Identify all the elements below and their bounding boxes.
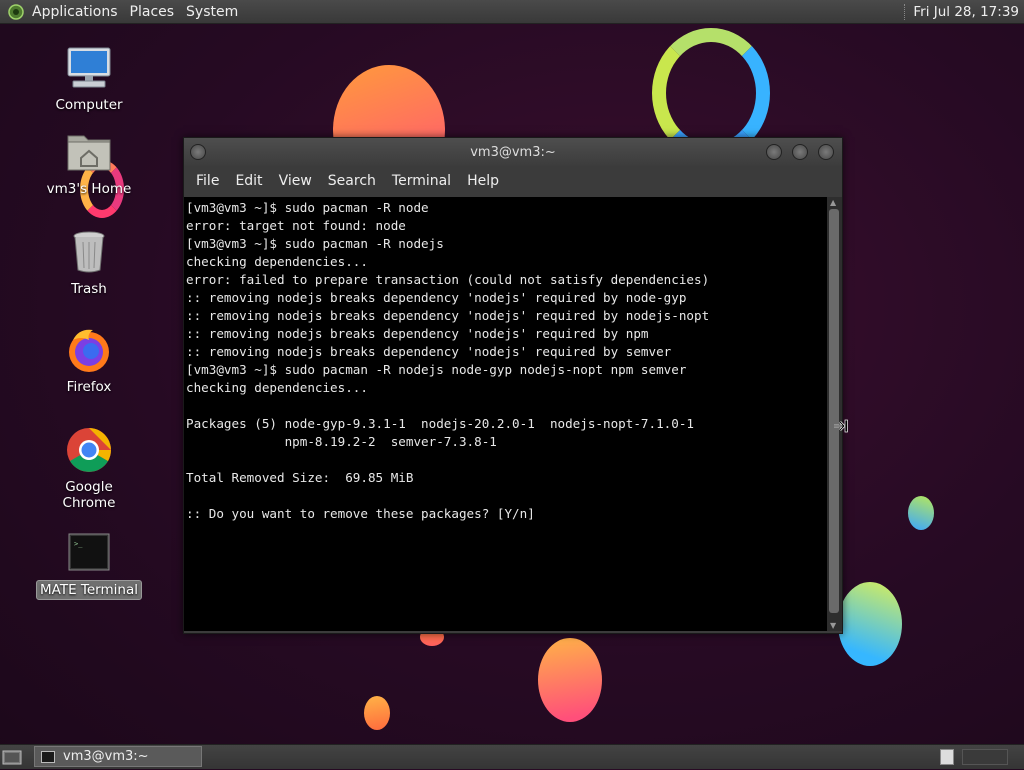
workspace-switcher-1[interactable] (940, 749, 954, 765)
terminal-line: error: target not found: node (186, 218, 406, 233)
wallpaper-blob (364, 696, 390, 730)
bottom-panel: vm3@vm3:~ (0, 744, 1024, 769)
terminal-line: :: Do you want to remove these packages?… (186, 506, 535, 521)
desktop-icon-label: Trash (71, 281, 107, 297)
minimize-button[interactable] (766, 144, 782, 160)
terminal-icon (41, 750, 55, 763)
menu-edit[interactable]: Edit (227, 173, 270, 189)
close-button[interactable] (818, 144, 834, 160)
chrome-icon (65, 426, 113, 474)
panel-separator (904, 3, 907, 20)
desktop-icon-home[interactable]: vm3's Home (34, 128, 144, 198)
window-title: vm3@vm3:~ (470, 145, 556, 160)
scroll-down-icon[interactable]: ▼ (830, 621, 836, 630)
terminal-line: checking dependencies... (186, 254, 368, 269)
menu-help[interactable]: Help (459, 173, 507, 189)
terminal-window: vm3@vm3:~ File Edit View Search Terminal… (183, 137, 843, 634)
wallpaper-blob (538, 638, 602, 722)
terminal-line: Packages (5) node-gyp-9.3.1-1 nodejs-20.… (186, 416, 694, 431)
menu-view[interactable]: View (271, 173, 320, 189)
taskbar-item-label: vm3@vm3:~ (63, 749, 149, 764)
terminal-scrollbar[interactable]: ▲ ▼ (827, 197, 842, 631)
wallpaper-blob (838, 582, 902, 666)
terminal-line: :: removing nodejs breaks dependency 'no… (186, 344, 672, 359)
taskbar-item-terminal[interactable]: vm3@vm3:~ (34, 746, 202, 767)
desktop-icon-label: Computer (55, 97, 123, 113)
system-menu[interactable]: System (180, 4, 244, 20)
resize-cursor-icon (833, 418, 849, 434)
terminal-line: :: removing nodejs breaks dependency 'no… (186, 326, 649, 341)
top-panel: Applications Places System Fri Jul 28, 1… (0, 0, 1024, 24)
desktop-icon-label: Google Chrome (62, 479, 116, 511)
terminal-line: :: removing nodejs breaks dependency 'no… (186, 308, 710, 323)
wallpaper-blob (908, 496, 934, 530)
terminal-line: Total Removed Size: 69.85 MiB (186, 470, 414, 485)
menu-search[interactable]: Search (320, 173, 384, 189)
terminal-line: error: failed to prepare transaction (co… (186, 272, 710, 287)
firefox-icon (65, 326, 113, 374)
terminal-line: [vm3@vm3 ~]$ sudo pacman -R nodejs (186, 236, 444, 251)
menu-terminal[interactable]: Terminal (384, 173, 459, 189)
svg-text:>_: >_ (74, 540, 83, 548)
show-desktop-icon[interactable] (2, 748, 22, 766)
clock[interactable]: Fri Jul 28, 17:39 (913, 4, 1019, 20)
desktop-icon-label: vm3's Home (46, 181, 132, 197)
trash-icon (65, 228, 113, 276)
home-folder-icon (65, 128, 113, 176)
terminal-line: [vm3@vm3 ~]$ sudo pacman -R node (186, 200, 429, 215)
terminal-output[interactable]: [vm3@vm3 ~]$ sudo pacman -R node error: t… (184, 197, 827, 631)
desktop-icon-label: MATE Terminal (36, 580, 142, 600)
terminal-line: npm-8.19.2-2 semver-7.3.8-1 (186, 434, 497, 449)
computer-icon (65, 44, 113, 92)
terminal-icon: >_ (65, 528, 113, 576)
desktop-icon-computer[interactable]: Computer (34, 44, 144, 114)
places-menu[interactable]: Places (124, 4, 181, 20)
terminal-line: checking dependencies... (186, 380, 368, 395)
scroll-up-icon[interactable]: ▲ (830, 198, 836, 207)
terminal-line: :: removing nodejs breaks dependency 'no… (186, 290, 687, 305)
desktop-icon-label: Firefox (66, 379, 112, 395)
window-menubar: File Edit View Search Terminal Help (184, 166, 842, 196)
mate-logo-icon[interactable] (8, 3, 24, 20)
desktop-icon-chrome[interactable]: Google Chrome (34, 426, 144, 512)
terminal-line: [vm3@vm3 ~]$ sudo pacman -R nodejs node-… (186, 362, 687, 377)
workspace-switcher-2[interactable] (962, 749, 1008, 765)
applications-menu[interactable]: Applications (26, 4, 124, 20)
desktop-icon-trash[interactable]: Trash (34, 228, 144, 298)
scrollbar-thumb[interactable] (829, 209, 839, 613)
desktop-icon-firefox[interactable]: Firefox (34, 326, 144, 396)
maximize-button[interactable] (792, 144, 808, 160)
desktop-icon-terminal[interactable]: >_ MATE Terminal (34, 528, 144, 600)
menu-file[interactable]: File (188, 173, 227, 189)
window-titlebar[interactable]: vm3@vm3:~ (184, 138, 842, 166)
